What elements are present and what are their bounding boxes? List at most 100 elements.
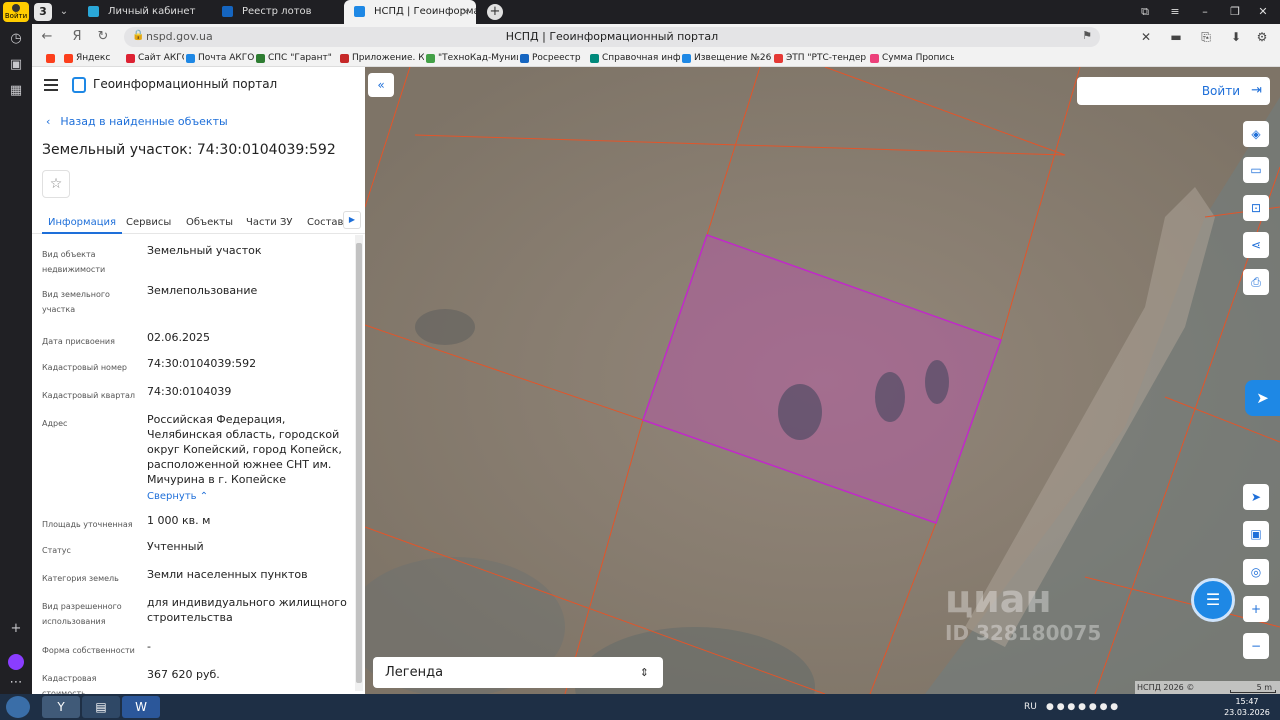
bookmark-label: Сумма Прописью [882,53,954,63]
field-value: - [147,640,151,653]
collapse-address-link[interactable]: Свернуть ⌃ [147,489,347,504]
history-icon[interactable]: ◷ [7,30,25,48]
hat-extension-icon[interactable]: ▬ [1168,29,1184,45]
login-button[interactable]: Войти ⇥ [1077,77,1270,105]
field-label: Площадь уточненная [42,520,133,529]
back-arrow-icon[interactable]: ← [38,28,56,46]
tab-lot-registry[interactable]: Реестр лотов [212,0,346,24]
downloads-icon[interactable]: ⬇ [1228,29,1244,45]
tree [778,384,822,440]
locate-button[interactable]: ➤ [1243,484,1269,510]
portal-title: Геоинформационный портал [93,77,278,91]
legend-dropdown[interactable]: Легенда ⇕ [373,657,663,688]
back-to-results-link[interactable]: ‹ Назад в найденные объекты [46,115,228,128]
collections-icon[interactable]: ⎘ [1198,29,1214,45]
close-window-icon[interactable]: ✕ [1248,0,1278,24]
favorite-star-button[interactable]: ☆ [42,170,70,198]
tabs-scroll-right-icon[interactable]: ▶ [343,211,361,229]
menu-icon[interactable]: ≡ [1160,0,1190,24]
panel-scrollbar-thumb[interactable] [356,243,362,683]
extension-icon[interactable]: ✕ [1138,29,1154,45]
tabs-counter-icon[interactable]: ▣ [7,56,25,74]
yandex-browser-taskbar-icon[interactable]: Y [42,696,80,718]
field-label: Вид земельного участка [42,290,110,314]
watermark-id: ID 328180075 [945,621,1102,645]
bookmark-item[interactable]: Извещение №26 [680,50,772,67]
bookmark-item[interactable]: Росреестр [518,50,588,67]
login-label: Войти [1201,84,1240,98]
apps-grid-icon[interactable]: ▦ [7,82,25,100]
alice-assistant-icon[interactable] [8,654,24,670]
yandex-icon[interactable]: Я [68,28,86,46]
bookmark-favicon-icon [870,54,879,63]
minimap-button[interactable]: ▣ [1243,521,1269,547]
new-tab-button[interactable]: + [487,4,503,20]
tab-favicon-icon [88,6,99,17]
tab-nspd-portal[interactable]: НСПД | Геоинформационный портал × [344,0,476,24]
select-area-button[interactable]: ⊡ [1243,195,1269,221]
tab-information[interactable]: Информация [42,208,123,234]
bookmark-item[interactable]: Справочная инфо [588,50,680,67]
bookmark-item[interactable]: Приложение. Кла [338,50,424,67]
zoom-out-button[interactable]: − [1243,633,1269,659]
restore-icon[interactable]: ❐ [1220,0,1250,24]
add-panel-icon[interactable]: + [7,620,25,638]
bookmark-label: Почта АКГО [198,53,254,63]
bookmark-item[interactable]: Сумма Прописью [868,50,954,67]
bookmark-item[interactable]: СПС "Гарант" [254,50,338,67]
reload-icon[interactable]: ↻ [94,28,112,46]
bookmark-yandex-icon[interactable] [44,50,60,67]
field-value: Землепользование [147,284,258,297]
bookmark-item[interactable]: Сайт АКГО [124,50,184,67]
field-value: 367 620 руб. [147,668,220,681]
bookmark-favicon-icon [682,54,691,63]
profile-extension-icon[interactable]: ⚙ [1254,29,1270,45]
zoom-in-button[interactable]: + [1243,596,1269,622]
tab-services[interactable]: Сервисы [126,208,171,234]
chevron-up-icon: ⌃ [199,491,209,502]
print-button[interactable]: ⎙ [1243,269,1269,295]
ruler-button[interactable]: ▭ [1243,157,1269,183]
explorer-taskbar-icon[interactable]: ▤ [82,696,120,718]
tab-objects[interactable]: Объекты [186,208,233,234]
more-icon[interactable]: ⋯ [7,674,25,692]
profile-login-badge[interactable]: Войти [3,2,29,22]
tabs-view-icon[interactable]: ⧉ [1130,0,1160,24]
map-view[interactable]: циан ID 328180075 « Войти ⇥ ◈ ▭ ⊡ ⋖ ⎙ ➤ … [365,67,1280,694]
field-value[interactable]: 74:30:0104039 [147,384,347,399]
feedback-button[interactable]: ➤ [1245,380,1280,416]
collapse-panel-button[interactable]: « [368,73,394,97]
bookmark-item[interactable]: "ТехноКад-Муниц [424,50,518,67]
tab-bar: 3 ⌄ Личный кабинет Реестр лотов НСПД | Г… [32,0,1280,24]
tab-counter-button[interactable]: 3 [34,3,52,21]
bookmark-item[interactable]: Почта АКГО [184,50,254,67]
share-button[interactable]: ⋖ [1243,232,1269,258]
bookmark-item[interactable]: Яндекс [62,50,124,67]
tray-icons[interactable]: ● ● ● ● ● ● ● [1046,694,1118,720]
url-field[interactable]: 🔒 nspd.gov.ua НСПД | Геоинформационный п… [124,27,1100,47]
hamburger-menu-icon[interactable] [44,79,58,91]
tree [875,372,905,422]
taskbar-clock[interactable]: 15:47 23.03.2026 [1222,696,1272,718]
bookmark-item[interactable]: ЭТП "РТС-тендер [772,50,868,67]
minimize-icon[interactable]: – [1190,0,1220,24]
language-indicator[interactable]: RU [1024,694,1037,720]
bookmark-icon[interactable]: ⚑ [1082,29,1092,42]
back-link-label: Назад в найденные объекты [60,115,228,128]
bookmark-label: Приложение. Кла [352,53,424,63]
tab-personal-cabinet[interactable]: Личный кабинет [78,0,212,24]
geolocation-button[interactable]: ◎ [1243,559,1269,585]
chat-bubble-button[interactable]: ☰ [1191,578,1235,622]
tab-list-chevron-icon[interactable]: ⌄ [56,3,72,21]
word-taskbar-icon[interactable]: W [122,696,160,718]
page-title: НСПД | Геоинформационный портал [505,30,719,43]
start-button[interactable] [6,696,30,718]
scale-bar [1230,690,1276,693]
tab-close-icon[interactable]: × [461,0,470,24]
field-value[interactable]: 74:30:0104039:592 [147,356,347,371]
tab-composition[interactable]: Состав [307,208,343,234]
field-label: Кадастровая стоимость [42,674,97,694]
layers-button[interactable]: ◈ [1243,121,1269,147]
bookmark-favicon-icon [774,54,783,63]
tab-parts[interactable]: Части ЗУ [246,208,293,234]
